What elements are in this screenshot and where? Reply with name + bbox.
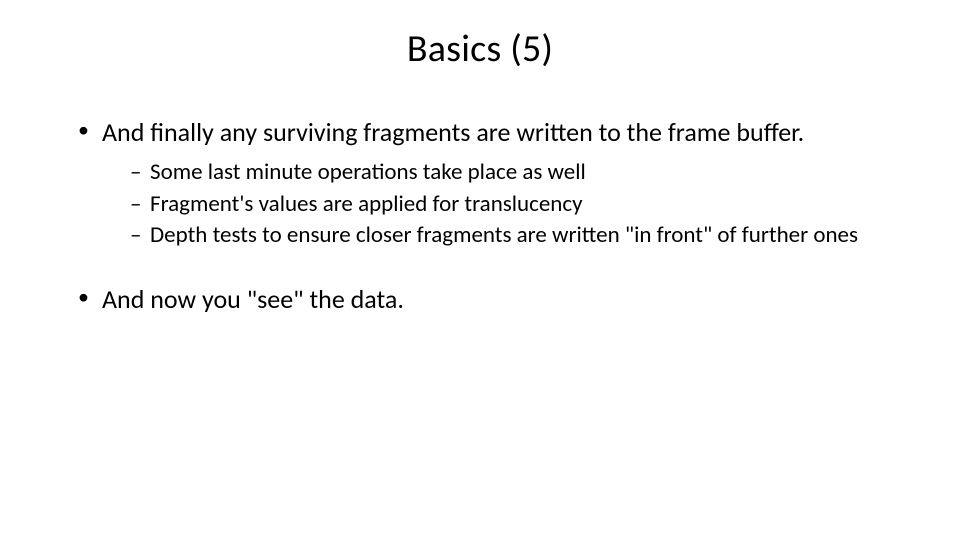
sub-bullet-item: Depth tests to ensure closer fragments a… [130,221,900,250]
bullet-item: And now you "see" the data. [78,283,900,315]
bullet-list: And finally any surviving fragments are … [60,116,900,315]
sub-bullet-item: Some last minute operations take place a… [130,158,900,187]
slide: Basics (5) And finally any surviving fra… [0,0,960,540]
slide-title: Basics (5) [60,26,900,72]
bullet-item: And finally any surviving fragments are … [78,116,900,251]
bullet-text: And now you "see" the data. [102,283,404,315]
bullet-text: And finally any surviving fragments are … [102,116,804,148]
sub-bullet-item: Fragment's values are applied for transl… [130,190,900,219]
sub-bullet-list: Some last minute operations take place a… [102,158,900,250]
